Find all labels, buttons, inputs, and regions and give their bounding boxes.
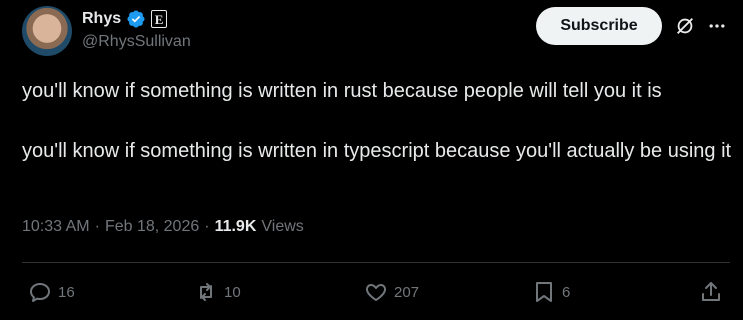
share-icon [702, 282, 720, 301]
tweet-text: you'll know if something is written in r… [22, 80, 732, 162]
views-count[interactable]: 11.9K [215, 218, 257, 236]
share-button[interactable] [699, 279, 723, 305]
tweet-date[interactable]: Feb 18, 2026 [105, 218, 199, 236]
like-count: 207 [394, 283, 420, 301]
repost-count: 10 [224, 283, 241, 301]
bookmark-count: 6 [562, 283, 571, 301]
author-handle[interactable]: @RhysSullivan [82, 33, 191, 51]
reply-button[interactable]: 16 [28, 279, 75, 305]
like-button[interactable]: 207 [364, 279, 419, 305]
verified-badge-icon [127, 10, 145, 28]
views-label: Views [261, 218, 304, 235]
repost-icon [200, 283, 212, 301]
tweet-meta: 10:33 AM · Feb 18, 2026 · 11.9K Views [22, 218, 304, 236]
more-icon[interactable] [706, 16, 728, 36]
affiliate-badge[interactable]: E [151, 10, 168, 28]
tweet-time[interactable]: 10:33 AM [22, 218, 90, 236]
reply-icon [30, 283, 50, 302]
grok-icon[interactable] [674, 15, 696, 37]
like-icon [365, 284, 387, 301]
author-name[interactable]: Rhys [82, 10, 121, 28]
repost-button[interactable]: 10 [194, 279, 241, 305]
bookmark-button[interactable]: 6 [532, 279, 570, 305]
bookmark-icon [536, 282, 552, 302]
reply-count: 16 [58, 283, 75, 301]
divider [22, 262, 730, 263]
meta-separator: · [94, 218, 100, 235]
meta-separator: · [204, 218, 210, 235]
subscribe-button[interactable]: Subscribe [536, 7, 662, 45]
avatar[interactable] [22, 6, 72, 56]
author-name-row: Rhys E [82, 8, 168, 30]
